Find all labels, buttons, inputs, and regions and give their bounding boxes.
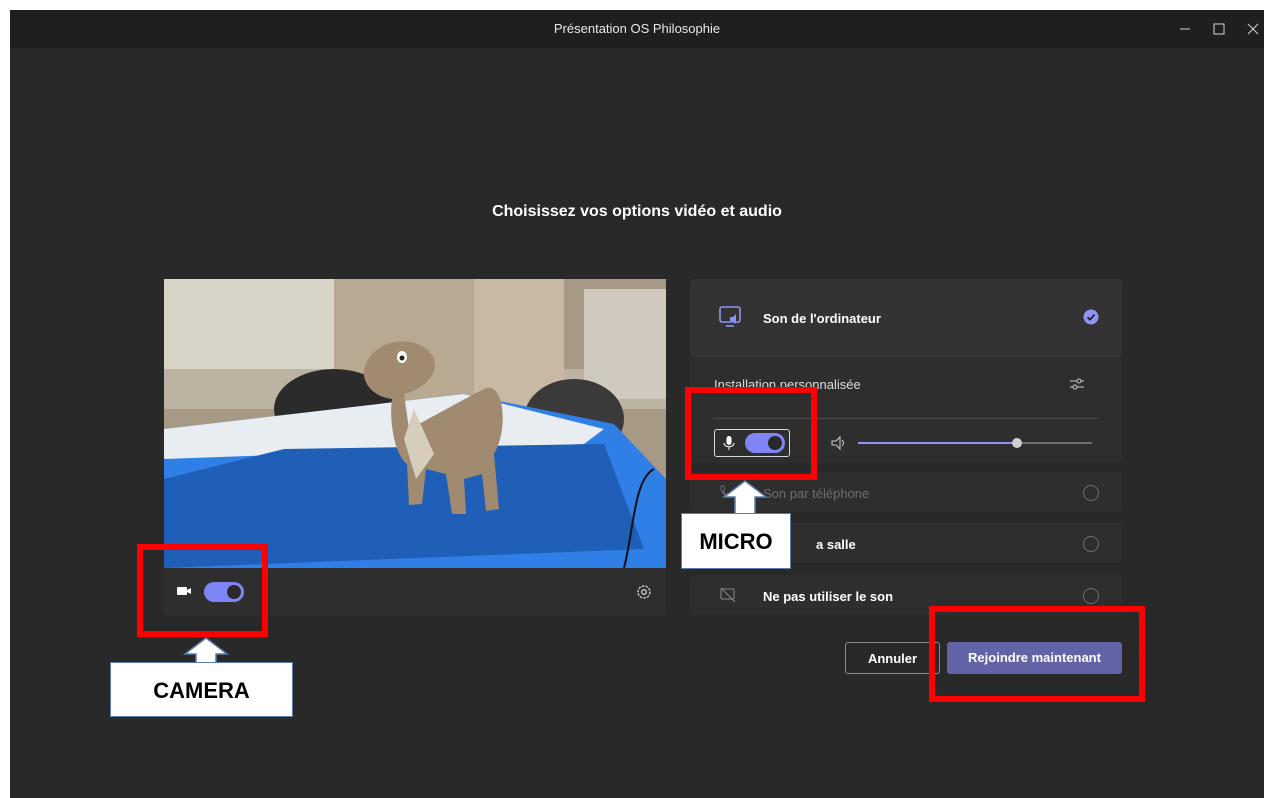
sliders-icon[interactable] [1067, 374, 1087, 399]
minimize-icon[interactable] [1174, 18, 1196, 40]
micro-arrow-icon [721, 480, 769, 514]
close-icon[interactable] [1242, 18, 1264, 40]
volume-slider[interactable] [858, 438, 1092, 448]
no-audio-label: Ne pas utiliser le son [763, 589, 894, 604]
page-title: Choisissez vos options vidéo et audio [492, 203, 782, 220]
micro-callout: MICRO [681, 513, 791, 569]
phone-audio-radio[interactable] [1083, 485, 1099, 501]
join-highlight-box [929, 606, 1145, 702]
camera-preview-image [164, 279, 666, 568]
video-preview [164, 279, 666, 568]
camera-highlight-box [137, 544, 268, 637]
camera-arrow-icon [182, 637, 230, 664]
gear-icon[interactable] [635, 583, 653, 606]
selected-check-icon [1083, 309, 1099, 330]
micro-highlight-box [685, 387, 817, 480]
option-computer-audio[interactable]: Son de l'ordinateur [690, 279, 1122, 357]
no-audio-icon [720, 587, 736, 608]
room-audio-label: a salle [816, 537, 856, 552]
computer-audio-icon [718, 304, 744, 335]
window-title: Présentation OS Philosophie [553, 21, 721, 36]
maximize-icon[interactable] [1208, 18, 1230, 40]
camera-callout: CAMERA [110, 662, 293, 717]
volume-slider-knob[interactable] [1012, 438, 1023, 448]
speaker-icon [830, 435, 848, 456]
volume-slider-fill [858, 442, 1018, 444]
no-audio-radio[interactable] [1083, 588, 1099, 604]
computer-audio-label: Son de l'ordinateur [763, 311, 881, 326]
room-audio-radio[interactable] [1083, 536, 1099, 552]
title-bar: Présentation OS Philosophie [10, 10, 1264, 48]
phone-audio-label: Son par téléphone [763, 486, 870, 501]
cancel-button[interactable]: Annuler [845, 642, 940, 674]
